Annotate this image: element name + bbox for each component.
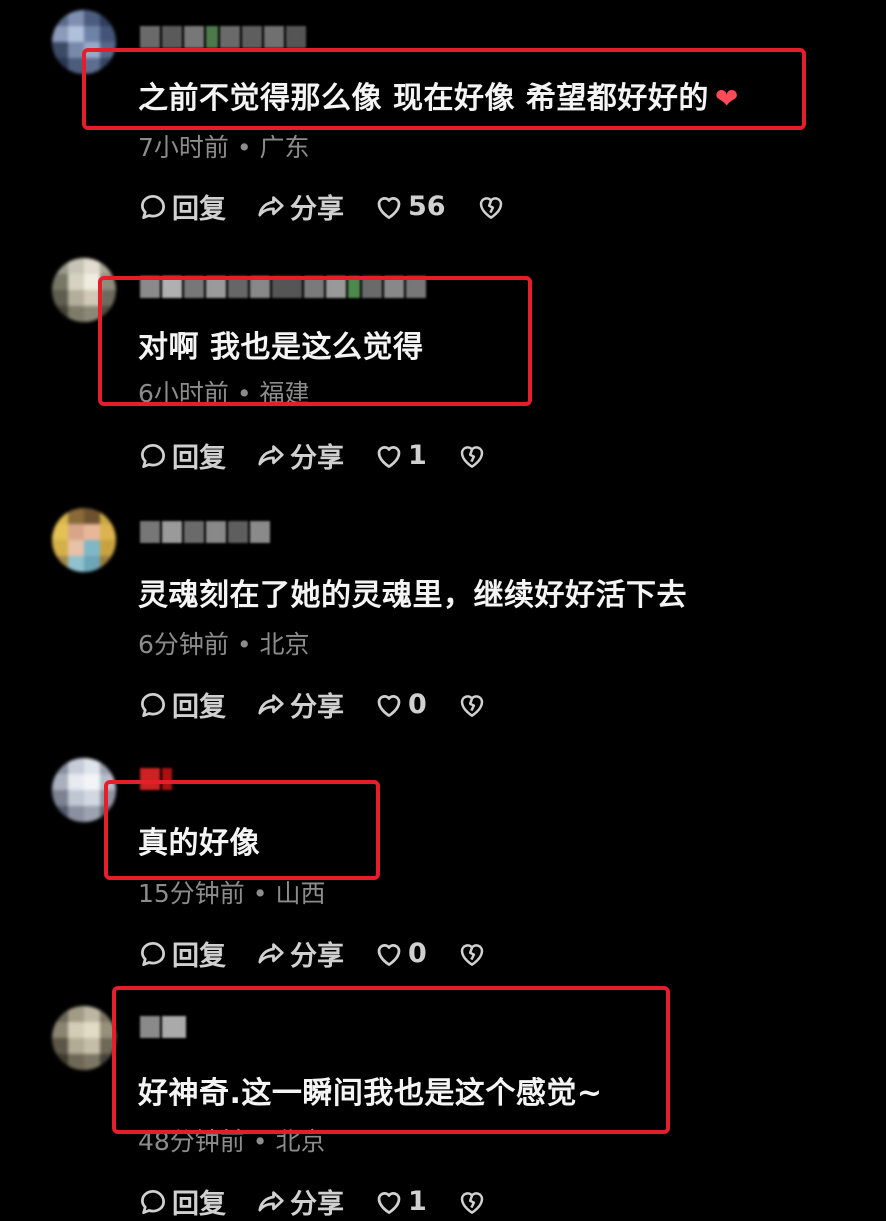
- heart-outline-icon: [377, 1191, 401, 1214]
- comment-bubble-icon: [141, 941, 165, 966]
- heart-outline-icon: [377, 196, 401, 219]
- like-button[interactable]: 0: [374, 689, 427, 720]
- share-button[interactable]: 分享: [256, 934, 344, 973]
- share-button[interactable]: 分享: [256, 685, 344, 724]
- reply-button[interactable]: 回复: [138, 187, 226, 226]
- share-arrow-icon: [258, 195, 284, 216]
- heart-outline-icon: [377, 694, 401, 717]
- heart-outline-icon: [377, 943, 401, 966]
- dislike-button[interactable]: [457, 939, 487, 969]
- avatar[interactable]: [52, 1006, 116, 1070]
- share-arrow-icon: [258, 444, 284, 465]
- username-blurred[interactable]: [140, 1016, 186, 1038]
- like-count: 0: [408, 938, 427, 969]
- dislike-button[interactable]: [457, 441, 487, 471]
- comment-meta: 6分钟前 • 北京: [138, 630, 310, 659]
- comment-actions: 回复 分享 1: [138, 436, 517, 475]
- like-button[interactable]: 0: [374, 938, 427, 969]
- avatar[interactable]: [52, 10, 116, 74]
- broken-heart-icon: [460, 445, 484, 468]
- comment-text: 之前不觉得那么像 现在好像 希望都好好的 ❤: [138, 73, 739, 117]
- like-button[interactable]: 56: [374, 191, 446, 222]
- reply-label: 回复: [172, 194, 226, 225]
- comment-text: 真的好像: [138, 826, 260, 861]
- comment-bubble-icon: [141, 692, 165, 717]
- heart-outline-icon: [377, 445, 401, 468]
- comment-actions: 回复 分享 56: [138, 187, 536, 226]
- comment-actions: 回复 分享 0: [138, 934, 517, 973]
- red-heart-emoji-icon: ❤: [714, 82, 739, 115]
- like-count: 56: [408, 191, 446, 222]
- comment-text: 好神奇.这一瞬间我也是这个感觉~: [138, 1076, 603, 1111]
- reply-button[interactable]: 回复: [138, 685, 226, 724]
- reply-label: 回复: [172, 443, 226, 474]
- like-count: 0: [408, 689, 427, 720]
- comment-meta: 15分钟前 • 山西: [138, 879, 326, 908]
- broken-heart-icon: [460, 1191, 484, 1214]
- comment-meta: 7小时前 • 广东: [138, 133, 310, 162]
- share-label: 分享: [290, 941, 344, 972]
- broken-heart-icon: [479, 196, 502, 219]
- reply-button[interactable]: 回复: [138, 436, 226, 475]
- like-count: 1: [408, 440, 427, 471]
- comment-bubble-icon: [141, 443, 165, 468]
- username-blurred[interactable]: [140, 521, 270, 543]
- avatar[interactable]: [52, 508, 116, 572]
- dislike-button[interactable]: [457, 1187, 487, 1217]
- comment-actions: 回复 分享 1: [138, 1182, 517, 1221]
- broken-heart-icon: [460, 694, 484, 717]
- like-button[interactable]: 1: [374, 1186, 427, 1217]
- share-button[interactable]: 分享: [256, 1182, 344, 1221]
- comment-text-content: 之前不觉得那么像 现在好像 希望都好好的: [138, 81, 709, 116]
- comment-bubble-icon: [141, 194, 165, 219]
- comment-actions: 回复 分享 0: [138, 685, 517, 724]
- reply-label: 回复: [172, 1189, 226, 1220]
- share-button[interactable]: 分享: [256, 436, 344, 475]
- share-arrow-icon: [258, 1190, 284, 1211]
- share-arrow-icon: [258, 942, 284, 963]
- like-button[interactable]: 1: [374, 440, 427, 471]
- share-label: 分享: [290, 443, 344, 474]
- reply-button[interactable]: 回复: [138, 1182, 226, 1221]
- avatar[interactable]: [52, 758, 116, 822]
- dislike-button[interactable]: [457, 690, 487, 720]
- dislike-button[interactable]: [476, 192, 506, 222]
- reply-label: 回复: [172, 941, 226, 972]
- avatar[interactable]: [52, 258, 116, 322]
- share-label: 分享: [290, 1189, 344, 1220]
- username-blurred[interactable]: [140, 768, 172, 790]
- share-arrow-icon: [258, 693, 284, 714]
- comment-meta: 48分钟前 • 北京: [138, 1127, 326, 1156]
- share-button[interactable]: 分享: [256, 187, 344, 226]
- reply-button[interactable]: 回复: [138, 934, 226, 973]
- comment-bubble-icon: [141, 1189, 165, 1214]
- share-label: 分享: [290, 194, 344, 225]
- username-blurred[interactable]: [140, 26, 306, 48]
- comment-text: 对啊 我也是这么觉得: [138, 330, 424, 365]
- broken-heart-icon: [460, 943, 484, 966]
- username-blurred[interactable]: [140, 276, 426, 298]
- comment-text: 灵魂刻在了她的灵魂里，继续好好活下去: [138, 578, 687, 613]
- like-count: 1: [408, 1186, 427, 1217]
- reply-label: 回复: [172, 692, 226, 723]
- share-label: 分享: [290, 692, 344, 723]
- comment-meta: 6小时前 • 福建: [138, 379, 310, 408]
